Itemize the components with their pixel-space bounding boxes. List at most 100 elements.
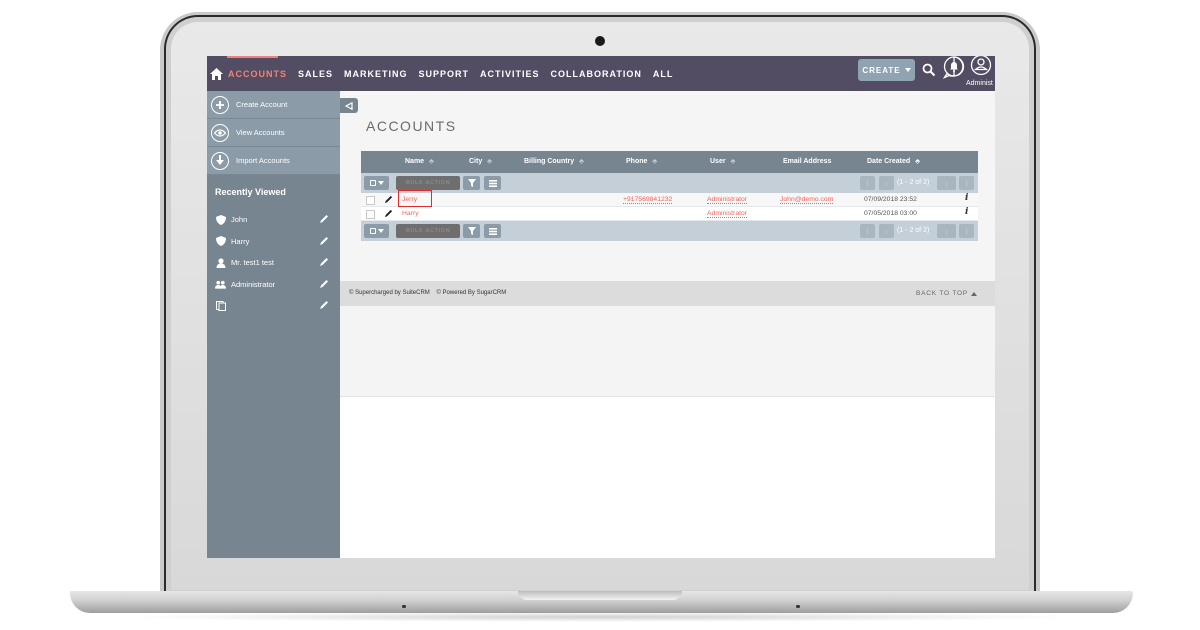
recent-item-john[interactable]: John xyxy=(207,209,340,231)
row-checkbox[interactable] xyxy=(366,210,375,219)
document-icon xyxy=(215,300,226,311)
column-header-city[interactable]: City ⬘ xyxy=(469,158,492,165)
notifications-bell-icon[interactable] xyxy=(943,56,965,80)
info-icon[interactable]: i xyxy=(965,207,968,217)
nav-marketing[interactable]: MARKETING xyxy=(344,69,408,79)
table-toolbar-bottom: BULK ACTION ⟨ ‹ (1 - 2 of 2) › ⟩ xyxy=(361,221,978,241)
bulk-action-button[interactable]: BULK ACTION xyxy=(396,224,460,238)
column-header-name[interactable]: Name ⬘ xyxy=(405,158,434,165)
create-button[interactable]: CREATE xyxy=(858,59,915,81)
recent-item-administrator[interactable]: Administrator xyxy=(207,274,340,296)
column-label: Phone xyxy=(626,158,648,165)
account-name-link[interactable]: Harry xyxy=(402,210,419,217)
filter-icon xyxy=(467,227,476,235)
bulk-action-button[interactable]: BULK ACTION xyxy=(396,176,460,190)
next-page-button[interactable]: › xyxy=(937,176,956,190)
recent-item-label: Administrator xyxy=(231,279,276,289)
column-header-billing-country[interactable]: Billing Country ⬘ xyxy=(524,158,584,165)
filter-button[interactable] xyxy=(463,176,480,190)
column-label: City xyxy=(469,158,483,165)
previous-page-button[interactable]: ‹ xyxy=(879,224,894,238)
recent-item-mr-test1-test[interactable]: Mr. test1 test xyxy=(207,252,340,274)
user-menu-label[interactable]: Administ xyxy=(966,80,993,87)
sort-icon: ⬘ xyxy=(487,159,492,165)
pencil-icon[interactable] xyxy=(319,300,329,310)
sidebar-action-label: View Accounts xyxy=(236,128,285,137)
laptop-foot xyxy=(402,605,406,608)
recent-item-document[interactable] xyxy=(207,295,340,317)
sidebar-view-accounts[interactable]: View Accounts xyxy=(207,119,340,147)
previous-page-button[interactable]: ‹ xyxy=(879,176,894,190)
select-all-dropdown[interactable] xyxy=(364,224,389,238)
chevron-right-icon: › xyxy=(945,226,948,236)
pencil-icon[interactable] xyxy=(384,195,393,204)
select-all-dropdown[interactable] xyxy=(364,176,389,190)
chevron-left-icon: ‹ xyxy=(885,226,888,236)
search-icon[interactable] xyxy=(922,63,936,77)
list-icon xyxy=(488,227,497,235)
email-link[interactable]: John@demo.com xyxy=(780,196,834,204)
next-page-button[interactable]: › xyxy=(937,224,956,238)
nav-sales[interactable]: SALES xyxy=(298,69,333,79)
pencil-icon[interactable] xyxy=(319,236,329,246)
pencil-icon[interactable] xyxy=(319,214,329,224)
home-icon[interactable] xyxy=(210,68,223,80)
pagination-text: (1 - 2 of 2) xyxy=(897,227,930,234)
info-icon[interactable]: i xyxy=(965,193,968,203)
sort-icon: ⬘ xyxy=(429,159,434,165)
pencil-icon[interactable] xyxy=(319,279,329,289)
filter-button[interactable] xyxy=(463,224,480,238)
sort-icon: ⬘ xyxy=(652,159,658,165)
back-to-top-label: BACK TO TOP xyxy=(915,290,968,297)
sidebar-collapse-button[interactable] xyxy=(340,98,358,113)
chevron-down-icon xyxy=(377,181,384,185)
last-page-button[interactable]: ⟩ xyxy=(959,224,974,238)
sort-icon: ⬘ xyxy=(579,159,584,165)
first-page-icon: ⟨ xyxy=(865,226,870,236)
sidebar-create-account[interactable]: Create Account xyxy=(207,91,340,119)
nav-menu: ACCOUNTS SALES MARKETING SUPPORT ACTIVIT… xyxy=(228,69,684,79)
user-link[interactable]: Administrator xyxy=(707,210,748,218)
column-label: User xyxy=(710,158,726,165)
nav-all[interactable]: ALL xyxy=(653,69,674,79)
supercharged-link[interactable]: © Supercharged by SuiteCRM xyxy=(349,290,430,296)
column-header-user[interactable]: User ⬘ xyxy=(710,158,735,165)
nav-accounts[interactable]: ACCOUNTS xyxy=(228,69,287,79)
column-header-email-address: Email Address xyxy=(783,158,831,165)
nav-collaboration[interactable]: COLLABORATION xyxy=(551,69,642,79)
sidebar-action-label: Import Accounts xyxy=(236,156,290,165)
recent-item-harry[interactable]: Harry xyxy=(207,231,340,253)
pencil-icon[interactable] xyxy=(384,209,393,218)
chevron-down-icon xyxy=(904,68,911,72)
phone-link[interactable]: +917569841232 xyxy=(623,196,673,204)
sort-icon: ⬘ xyxy=(915,159,920,165)
column-header-phone[interactable]: Phone ⬘ xyxy=(626,158,657,165)
page-title: ACCOUNTS xyxy=(366,118,457,134)
shield-icon xyxy=(215,214,226,225)
back-to-top-link[interactable]: BACK TO TOP xyxy=(916,290,977,297)
first-page-button[interactable]: ⟨ xyxy=(860,176,875,190)
column-header-date-created[interactable]: Date Created ⬘ xyxy=(867,158,920,165)
pencil-icon[interactable] xyxy=(319,257,329,267)
nav-support[interactable]: SUPPORT xyxy=(419,69,470,79)
nav-activities[interactable]: ACTIVITIES xyxy=(480,69,540,79)
user-link[interactable]: Administrator xyxy=(707,196,748,204)
last-page-button[interactable]: ⟩ xyxy=(959,176,974,190)
account-name-link[interactable]: Jerry xyxy=(402,196,417,203)
laptop-notch xyxy=(518,591,682,600)
row-checkbox[interactable] xyxy=(366,196,375,205)
bulk-action-label: BULK ACTION xyxy=(405,180,451,186)
powered-link[interactable]: © Powered By SugarCRM xyxy=(436,290,506,296)
person-icon xyxy=(215,258,226,268)
table-row: Harry Administrator 07/05/2018 03:00 i xyxy=(361,207,978,221)
column-chooser-button[interactable] xyxy=(484,176,501,190)
chevron-left-icon: ‹ xyxy=(885,178,888,188)
sidebar-import-accounts[interactable]: Import Accounts xyxy=(207,147,340,175)
sort-icon: ⬘ xyxy=(730,159,736,165)
user-avatar-icon[interactable] xyxy=(970,56,992,76)
create-button-label: CREATE xyxy=(862,65,901,75)
first-page-button[interactable]: ⟨ xyxy=(860,224,875,238)
footer-credits: © Supercharged by SuiteCRM © Powered By … xyxy=(349,290,506,296)
last-page-icon: ⟩ xyxy=(964,178,969,188)
column-chooser-button[interactable] xyxy=(484,224,501,238)
